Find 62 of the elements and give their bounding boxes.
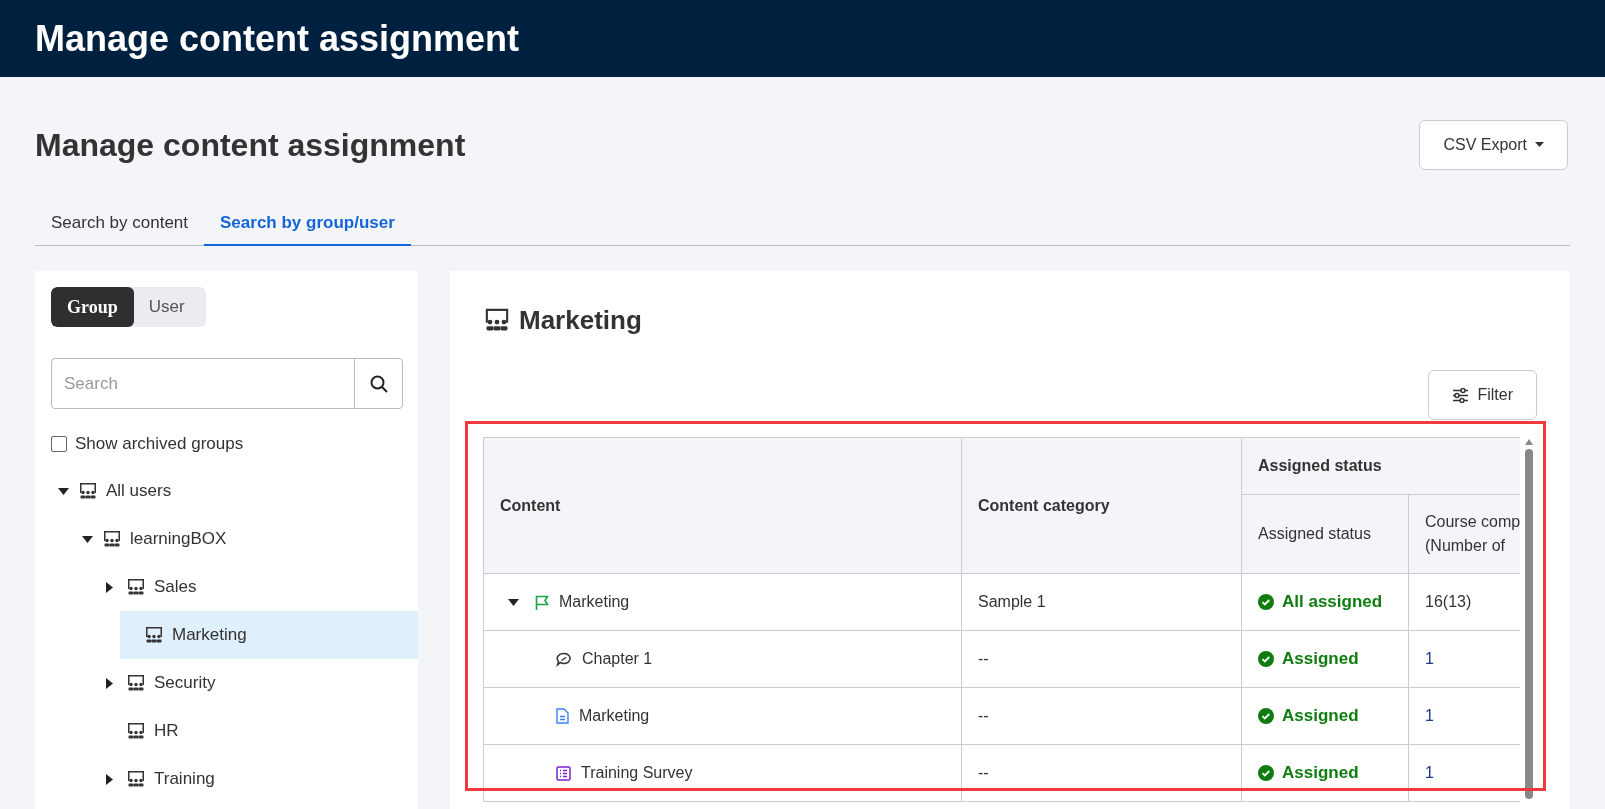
segment-button[interactable]: Group [51,287,134,327]
tree-item[interactable]: Sales [35,563,418,611]
expand-caret-icon[interactable] [106,677,113,689]
expand-caret-icon[interactable] [106,581,113,593]
tree-item[interactable]: HR [35,707,418,755]
checklist-icon [556,765,571,781]
group-icon [483,306,511,334]
status-label: Assigned [1282,762,1359,785]
group-icon [144,625,164,645]
column-header: Content [483,437,962,574]
filter-button[interactable]: Filter [1428,370,1537,420]
group-icon [126,673,146,693]
collapse-caret-icon[interactable] [82,535,93,543]
tree-item[interactable]: All users [35,467,418,515]
group-icon [126,721,146,741]
column-group-header: Assigned status [1241,437,1520,495]
sliders-icon [1452,387,1470,403]
tree-item[interactable]: Security [35,659,418,707]
document-icon [556,708,569,724]
check-circle-icon [1258,708,1274,724]
flag-icon [535,594,549,610]
search-input[interactable]: Search [52,359,354,408]
status-label: Assigned [1282,705,1359,728]
check-circle-icon [1258,765,1274,781]
tab[interactable]: Search by content [35,201,205,245]
search-field[interactable]: Search [51,358,403,409]
check-circle-icon [1258,594,1274,610]
tab[interactable]: Search by group/user [204,202,411,246]
group-icon [78,481,98,501]
checkbox-label: Show archived groups [75,433,244,456]
table-cell: -- [961,630,1242,688]
column-header: Assigned status [1241,494,1409,574]
tree-item[interactable]: Training [35,755,418,803]
status-label: All assigned [1282,591,1383,614]
segment-button[interactable]: User [133,287,200,327]
page-title: Manage content assignment [35,125,466,165]
app-title: Manage content assignment [35,16,520,61]
check-circle-icon [1258,651,1274,667]
table-cell: -- [961,744,1242,802]
table-cell: -- [961,687,1242,745]
content-title[interactable]: Marketing [559,590,630,614]
column-header: Course comp (Number of [1408,494,1520,574]
table-cell: Sample 1 [961,573,1242,631]
group-icon [126,769,146,789]
speech-bubble-icon [556,651,572,667]
collapse-caret-icon[interactable] [58,487,69,495]
search-icon[interactable] [369,374,388,393]
collapse-caret-icon[interactable] [508,598,519,606]
content-title[interactable]: Training Survey [581,761,693,785]
status-label: Assigned [1282,648,1359,671]
caret-icon [1535,142,1544,147]
checkbox[interactable] [51,436,67,452]
tree-item[interactable]: Marketing [120,611,418,659]
content-title[interactable]: Chapter 1 [582,647,653,671]
content-title[interactable]: Marketing [579,704,650,728]
expand-caret-icon[interactable] [106,773,113,785]
group-icon [102,529,122,549]
group-title: Marketing [519,303,642,337]
csv-export-button[interactable]: CSV Export [1419,119,1568,170]
group-icon [126,577,146,597]
tree-item[interactable]: learningBOX [35,515,418,563]
column-header: Content category [961,437,1242,574]
